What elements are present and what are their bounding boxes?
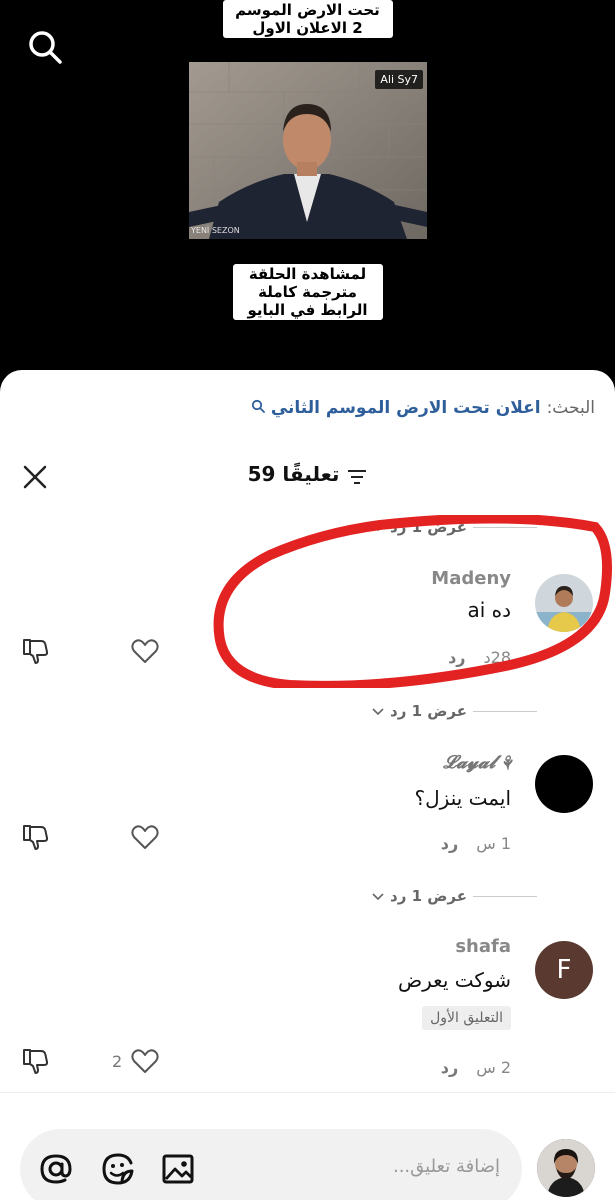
user-avatar[interactable] [537, 1139, 595, 1197]
search-query-link[interactable]: اعلان تحت الارض الموسم الثاني [271, 398, 541, 418]
comment-count: 59 تعليقًا [247, 462, 340, 486]
comments-sheet: البحث: اعلان تحت الارض الموسم الثاني 59 … [0, 370, 615, 1200]
comment-count-header: 59 تعليقًا [0, 462, 615, 486]
avatar[interactable] [535, 755, 593, 813]
video-thumbnail[interactable]: Ali Sy7 YENİ SEZON [189, 62, 427, 239]
search-small-icon [251, 398, 265, 418]
heart-icon[interactable] [130, 822, 160, 852]
comment-input-pill[interactable] [20, 1129, 522, 1200]
chevron-down-icon [372, 887, 384, 905]
reply-button[interactable]: رد [441, 834, 458, 853]
comment-time: 1 س [476, 834, 511, 853]
related-search[interactable]: البحث: اعلان تحت الارض الموسم الثاني [251, 398, 595, 418]
filter-icon[interactable] [347, 466, 367, 484]
dislike-icon[interactable] [20, 636, 50, 666]
watermark-tag: Ali Sy7 [375, 70, 423, 89]
dislike-icon[interactable] [20, 822, 50, 852]
at-icon[interactable] [38, 1151, 74, 1187]
comment-username[interactable]: 𝓛𝓪𝔂𝓪𝓵 ⚘ [443, 752, 511, 773]
tiktok-comments-screen: تحت الارض الموسم 2 الاعلان الاول Ali Sy7… [0, 0, 615, 1200]
thumbnail-mark: YENİ SEZON [191, 226, 240, 235]
divider [472, 895, 537, 897]
heart-icon[interactable] [130, 636, 160, 666]
video-caption-bottom: لمشاهدة الحلقة مترجمة كاملة الرابط في ال… [0, 264, 615, 320]
comment-composer [0, 1092, 615, 1200]
emoji-icon[interactable] [100, 1151, 136, 1187]
comment-time: 2 س [476, 1058, 511, 1077]
search-prefix: البحث: [546, 398, 595, 418]
comment-username[interactable]: shafa [455, 936, 511, 957]
chevron-down-icon [372, 702, 384, 720]
image-icon[interactable] [160, 1151, 196, 1187]
comment-text: ايمت ينزل؟ [414, 786, 511, 810]
comment-text: شوكت يعرض [397, 968, 511, 992]
comment-meta: 1 س رد [441, 834, 511, 853]
comment-meta: 2 س رد [441, 1058, 511, 1077]
comment-input[interactable] [250, 1156, 500, 1177]
video-caption-top: تحت الارض الموسم 2 الاعلان الاول [0, 0, 615, 38]
view-replies-toggle[interactable]: عرض 1 رد [372, 887, 537, 905]
reply-button[interactable]: رد [441, 1058, 458, 1077]
highlight-annotation [213, 515, 612, 688]
like-count: 2 [112, 1052, 123, 1071]
dislike-icon[interactable] [20, 1046, 50, 1076]
first-comment-badge: التعليق الأول [422, 1006, 511, 1030]
divider [472, 710, 537, 712]
heart-icon[interactable] [130, 1046, 160, 1076]
avatar[interactable]: F [535, 941, 593, 999]
view-replies-toggle[interactable]: عرض 1 رد [372, 702, 537, 720]
